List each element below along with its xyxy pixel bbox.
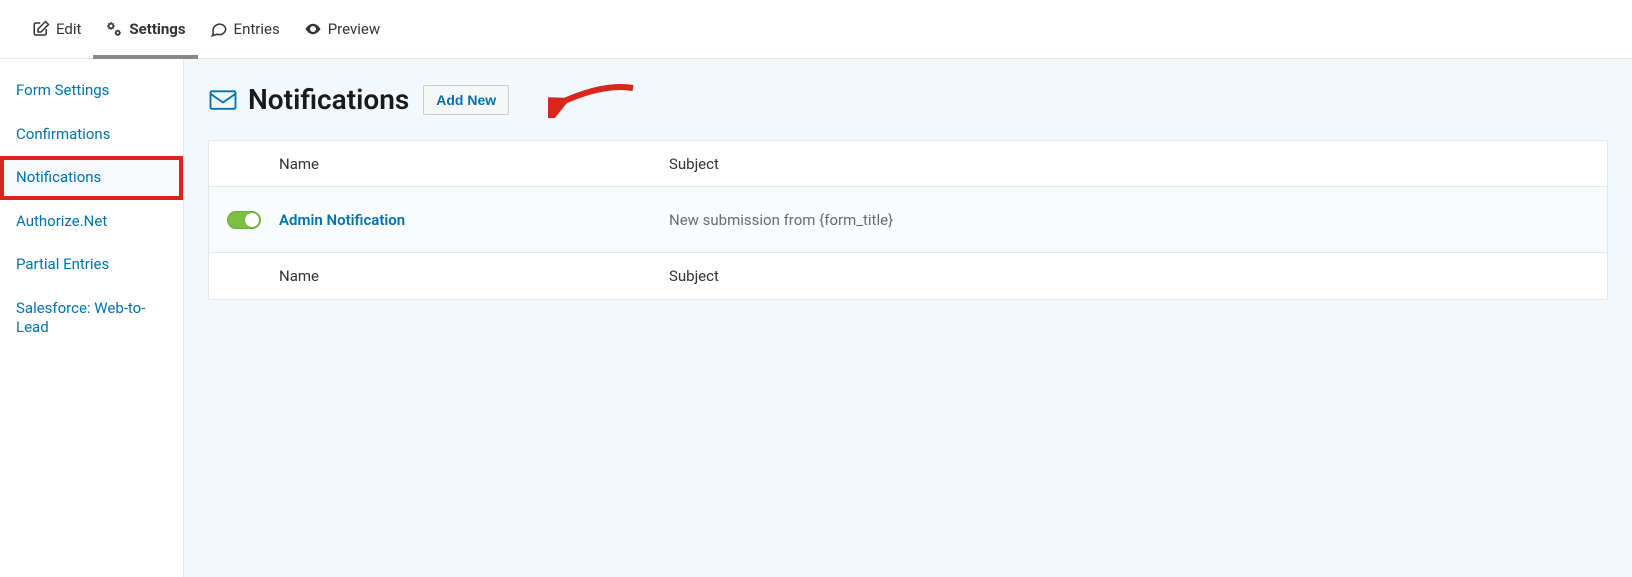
col-toggle — [209, 211, 279, 229]
notifications-table: Name Subject Admin Notification New subm… — [208, 140, 1608, 300]
notification-subject: New submission from {form_title} — [669, 211, 1607, 229]
sidebar-item-label: Form Settings — [16, 81, 109, 99]
sidebar-item-label: Salesforce: Web-to-Lead — [16, 299, 145, 337]
sidebar-item-partial-entries[interactable]: Partial Entries — [0, 243, 183, 287]
sidebar-item-confirmations[interactable]: Confirmations — [0, 113, 183, 157]
page-title-wrap: Notifications — [208, 83, 409, 116]
tab-edit-label: Edit — [56, 20, 81, 38]
active-toggle[interactable] — [227, 211, 261, 229]
sidebar: Form Settings Confirmations Notification… — [0, 59, 184, 577]
tab-preview-label: Preview — [328, 20, 380, 38]
sidebar-item-form-settings[interactable]: Form Settings — [0, 69, 183, 113]
topbar: Edit Settings Entries Preview — [0, 0, 1632, 59]
sidebar-item-label: Confirmations — [16, 125, 110, 143]
speech-bubble-icon — [210, 20, 228, 38]
annotation-arrow-icon — [548, 78, 638, 118]
sidebar-item-label: Notifications — [16, 168, 101, 186]
col-subject-footer[interactable]: Subject — [669, 267, 1607, 285]
tab-entries[interactable]: Entries — [198, 0, 292, 59]
col-subject-header[interactable]: Subject — [669, 155, 1607, 173]
col-name-header[interactable]: Name — [279, 155, 669, 173]
main: Notifications Add New Name Subject Admin… — [184, 59, 1632, 577]
add-new-button[interactable]: Add New — [423, 85, 509, 115]
gears-icon — [105, 20, 123, 38]
envelope-icon — [208, 85, 238, 115]
table-footer-row: Name Subject — [209, 253, 1607, 299]
sidebar-item-label: Partial Entries — [16, 255, 109, 273]
sidebar-item-notifications[interactable]: Notifications — [0, 156, 183, 200]
tab-entries-label: Entries — [234, 20, 280, 38]
eye-icon — [304, 20, 322, 38]
table-row: Admin Notification New submission from {… — [209, 187, 1607, 253]
tab-settings[interactable]: Settings — [93, 0, 197, 59]
sidebar-item-authorize-net[interactable]: Authorize.Net — [0, 200, 183, 244]
layout: Form Settings Confirmations Notification… — [0, 59, 1632, 577]
page-title: Notifications — [248, 83, 409, 116]
tab-edit[interactable]: Edit — [20, 0, 93, 59]
tab-settings-label: Settings — [129, 20, 185, 38]
sidebar-item-salesforce[interactable]: Salesforce: Web-to-Lead — [0, 287, 183, 350]
page-header: Notifications Add New — [208, 83, 1608, 116]
tab-preview[interactable]: Preview — [292, 0, 392, 59]
pencil-square-icon — [32, 20, 50, 38]
table-header-row: Name Subject — [209, 141, 1607, 187]
col-name-footer[interactable]: Name — [279, 267, 669, 285]
notification-name-link[interactable]: Admin Notification — [279, 211, 669, 229]
sidebar-item-label: Authorize.Net — [16, 212, 107, 230]
